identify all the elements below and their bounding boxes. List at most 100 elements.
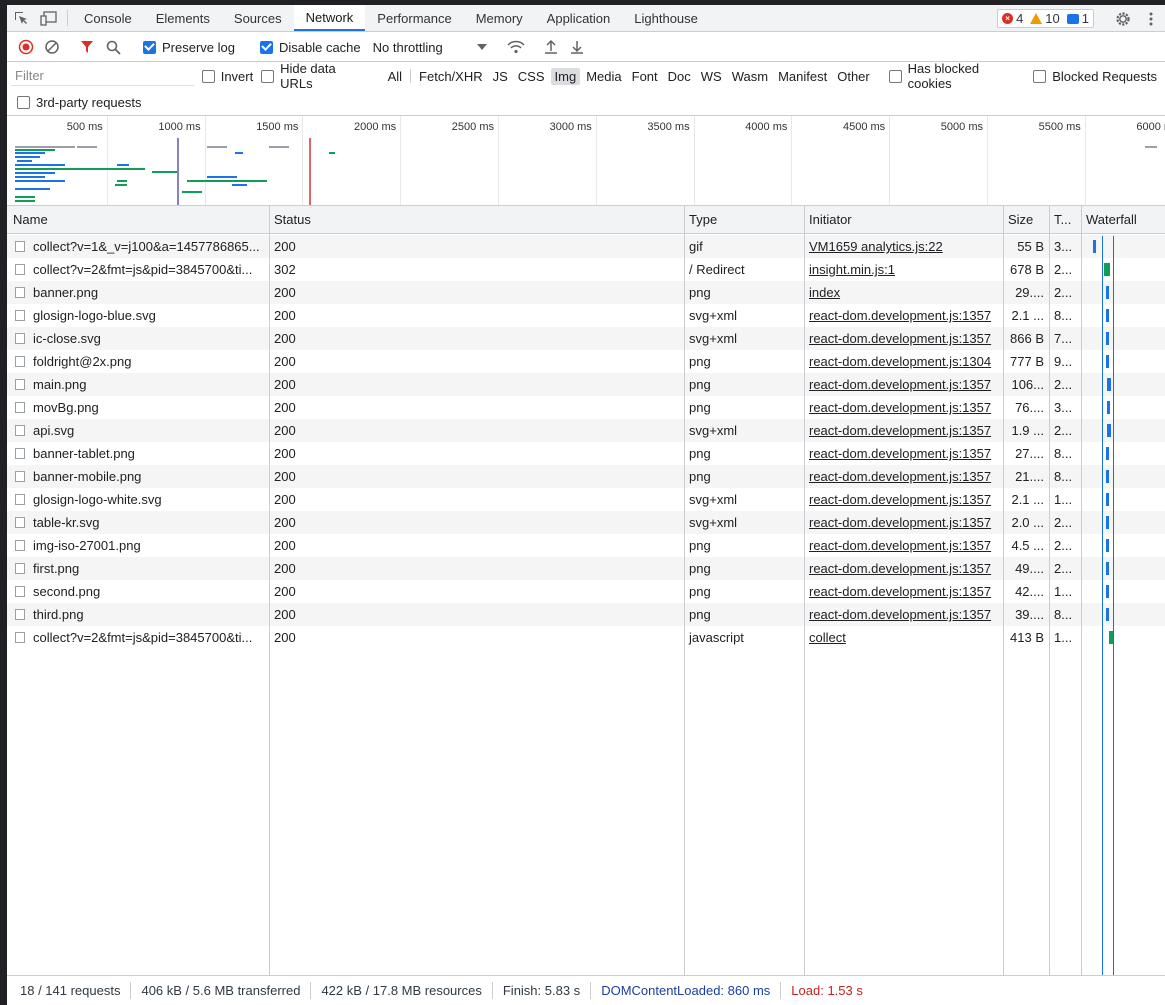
filter-type-doc[interactable]: Doc bbox=[664, 68, 695, 85]
column-header-time[interactable]: T... bbox=[1050, 206, 1071, 234]
filter-type-media[interactable]: Media bbox=[582, 68, 625, 85]
issues-counter[interactable]: × 4 10 1 bbox=[997, 9, 1094, 28]
table-row[interactable]: glosign-logo-blue.svg 200 svg+xml react-dom… bbox=[7, 304, 1165, 327]
table-row[interactable]: banner-mobile.png 200 png react-dom.develop… bbox=[7, 465, 1165, 488]
table-row[interactable]: banner-tablet.png 200 png react-dom.develop… bbox=[7, 442, 1165, 465]
file-type-icon bbox=[15, 471, 25, 482]
request-type: javascript bbox=[689, 630, 744, 645]
request-initiator-link[interactable]: react-dom.development.js:1357 bbox=[805, 603, 1002, 626]
column-header-initiator[interactable]: Initiator bbox=[805, 206, 852, 234]
column-header-name[interactable]: Name bbox=[9, 206, 48, 234]
request-initiator-link[interactable]: react-dom.development.js:1357 bbox=[805, 396, 1002, 419]
throttling-select[interactable]: No throttling bbox=[373, 40, 503, 55]
table-row[interactable]: collect?v=1&_v=j100&a=1457786865... 200 gi… bbox=[7, 235, 1165, 258]
request-initiator-link[interactable]: react-dom.development.js:1357 bbox=[805, 488, 1002, 511]
filter-type-js[interactable]: JS bbox=[489, 68, 512, 85]
tab-lighthouse[interactable]: Lighthouse bbox=[622, 5, 710, 31]
overview-tick-label: 4000 ms bbox=[745, 121, 788, 133]
table-row[interactable]: img-iso-27001.png 200 png react-dom.develop… bbox=[7, 534, 1165, 557]
request-initiator-link[interactable]: react-dom.development.js:1357 bbox=[805, 511, 1002, 534]
request-initiator-link[interactable]: collect bbox=[805, 626, 1002, 649]
invert-checkbox[interactable]: Invert bbox=[201, 69, 253, 84]
tab-memory[interactable]: Memory bbox=[464, 5, 535, 31]
blocked-requests-checkbox[interactable]: Blocked Requests bbox=[1033, 69, 1157, 84]
disable-cache-checkbox[interactable]: Disable cache bbox=[259, 40, 361, 55]
request-status: 200 bbox=[274, 423, 296, 438]
filter-type-manifest[interactable]: Manifest bbox=[774, 68, 831, 85]
request-initiator-link[interactable]: react-dom.development.js:1304 bbox=[805, 350, 1002, 373]
request-initiator-link[interactable]: insight.min.js:1 bbox=[805, 258, 1002, 281]
invert-check-icon bbox=[201, 69, 215, 83]
clear-icon[interactable] bbox=[39, 35, 65, 59]
column-header-status[interactable]: Status bbox=[270, 206, 311, 234]
preserve-log-checkbox[interactable]: Preserve log bbox=[143, 40, 235, 55]
column-header-size[interactable]: Size bbox=[1004, 206, 1033, 234]
warning-icon bbox=[1030, 13, 1043, 24]
network-overview-timeline[interactable]: 500 ms 1000 ms 1500 ms 2000 ms 2500 ms 3000 m… bbox=[7, 116, 1165, 206]
request-initiator-link[interactable]: react-dom.development.js:1357 bbox=[805, 442, 1002, 465]
filter-icon[interactable] bbox=[74, 35, 100, 59]
device-toolbar-icon[interactable] bbox=[35, 5, 63, 31]
request-name: main.png bbox=[33, 377, 87, 392]
request-initiator-link[interactable]: react-dom.development.js:1357 bbox=[805, 534, 1002, 557]
table-row[interactable]: api.svg 200 svg+xml react-dom.development.j… bbox=[7, 419, 1165, 442]
search-icon[interactable] bbox=[100, 35, 126, 59]
column-header-waterfall[interactable]: Waterfall bbox=[1082, 206, 1137, 234]
table-row[interactable]: third.png 200 png react-dom.development.js:… bbox=[7, 603, 1165, 626]
table-row[interactable]: foldright@2x.png 200 png react-dom.developm… bbox=[7, 350, 1165, 373]
waterfall-bar bbox=[1093, 240, 1096, 253]
network-conditions-wifi-icon[interactable] bbox=[503, 35, 529, 59]
table-row[interactable]: collect?v=2&fmt=js&pid=3845700&ti... 200 j… bbox=[7, 626, 1165, 649]
import-har-icon[interactable] bbox=[538, 35, 564, 59]
table-row[interactable]: table-kr.svg 200 svg+xml react-dom.developm… bbox=[7, 511, 1165, 534]
filter-type-fetch-xhr[interactable]: Fetch/XHR bbox=[415, 68, 487, 85]
filter-type-font[interactable]: Font bbox=[628, 68, 662, 85]
record-icon[interactable] bbox=[13, 35, 39, 59]
tab-console[interactable]: Console bbox=[72, 5, 144, 31]
tab-elements[interactable]: Elements bbox=[144, 5, 222, 31]
filter-type-img[interactable]: Img bbox=[550, 67, 581, 85]
request-initiator-link[interactable]: react-dom.development.js:1357 bbox=[805, 557, 1002, 580]
export-har-icon[interactable] bbox=[564, 35, 590, 59]
filter-type-ws[interactable]: WS bbox=[697, 68, 726, 85]
filter-input[interactable]: Filter bbox=[11, 66, 194, 86]
table-row[interactable]: ic-close.svg 200 svg+xml react-dom.developm… bbox=[7, 327, 1165, 350]
table-row[interactable]: banner.png 200 png index 29.... 2... bbox=[7, 281, 1165, 304]
tab-sources[interactable]: Sources bbox=[222, 5, 294, 31]
waterfall-bar bbox=[1104, 263, 1110, 276]
table-row[interactable]: collect?v=2&fmt=js&pid=3845700&ti... 302 /… bbox=[7, 258, 1165, 281]
request-initiator-link[interactable]: react-dom.development.js:1357 bbox=[805, 419, 1002, 442]
request-initiator-link[interactable]: index bbox=[805, 281, 1002, 304]
table-row[interactable]: second.png 200 png react-dom.development.js… bbox=[7, 580, 1165, 603]
tab-network[interactable]: Network bbox=[293, 5, 366, 31]
inspect-element-icon[interactable] bbox=[7, 5, 35, 31]
request-status: 200 bbox=[274, 561, 296, 576]
table-row[interactable]: glosign-logo-white.svg 200 svg+xml react-do… bbox=[7, 488, 1165, 511]
filter-type-all[interactable]: All bbox=[384, 68, 406, 85]
table-row[interactable]: main.png 200 png react-dom.development.js:1… bbox=[7, 373, 1165, 396]
tab-application[interactable]: Application bbox=[535, 5, 623, 31]
request-initiator-link[interactable]: VM1659 analytics.js:22 bbox=[805, 235, 1002, 258]
filter-type-css[interactable]: CSS bbox=[514, 68, 549, 85]
request-initiator-link[interactable]: react-dom.development.js:1357 bbox=[805, 373, 1002, 396]
table-row[interactable]: movBg.png 200 png react-dom.development.js:… bbox=[7, 396, 1165, 419]
more-options-icon[interactable] bbox=[1137, 11, 1165, 27]
request-initiator-link[interactable]: react-dom.development.js:1357 bbox=[805, 465, 1002, 488]
request-name: first.png bbox=[33, 561, 80, 576]
filter-type-wasm[interactable]: Wasm bbox=[728, 68, 772, 85]
table-row[interactable]: first.png 200 png react-dom.development.js:… bbox=[7, 557, 1165, 580]
request-initiator-link[interactable]: react-dom.development.js:1357 bbox=[805, 580, 1002, 603]
has-blocked-cookies-checkbox[interactable]: Has blocked cookies bbox=[888, 61, 1025, 91]
overview-load-marker bbox=[309, 138, 311, 205]
overview-activity-bar bbox=[117, 164, 129, 166]
filter-type-other[interactable]: Other bbox=[833, 68, 874, 85]
column-header-type[interactable]: Type bbox=[685, 206, 717, 234]
third-party-checkbox[interactable]: 3rd-party requests bbox=[17, 95, 142, 110]
hide-data-urls-checkbox[interactable]: Hide data URLs bbox=[261, 61, 370, 91]
request-initiator-link[interactable]: react-dom.development.js:1357 bbox=[805, 304, 1002, 327]
request-type: svg+xml bbox=[689, 492, 738, 507]
request-time: 8... bbox=[1054, 607, 1073, 622]
tab-performance[interactable]: Performance bbox=[365, 5, 463, 31]
request-initiator-link[interactable]: react-dom.development.js:1357 bbox=[805, 327, 1002, 350]
settings-gear-icon[interactable] bbox=[1109, 11, 1137, 27]
